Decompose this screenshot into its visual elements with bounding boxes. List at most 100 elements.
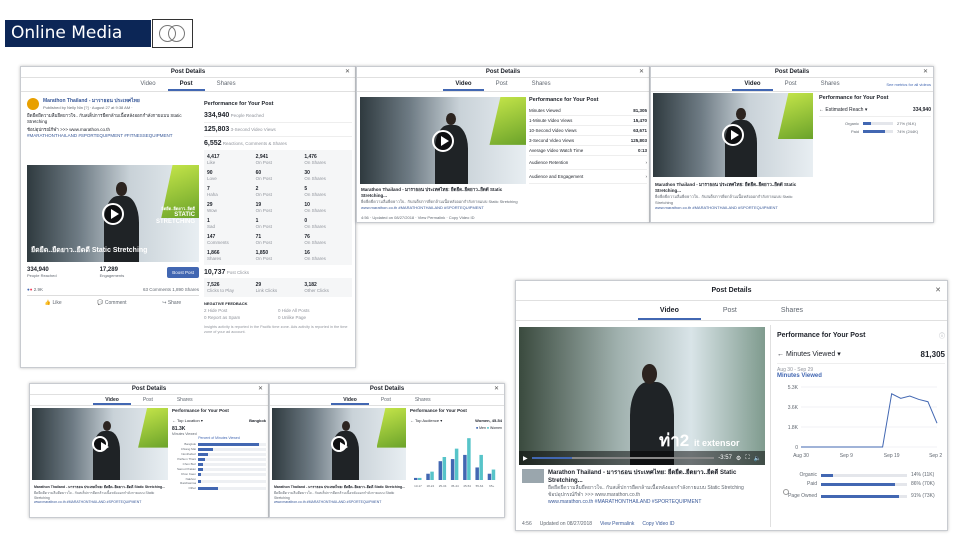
post-hashtags[interactable]: #MARATHONTHAILAND #SPORTEQUIPMENT #FITNE… [27,133,201,139]
tab-post[interactable]: Post [131,395,165,405]
tab-post[interactable]: Post [369,395,403,405]
breakdown-bar [863,122,893,125]
close-icon[interactable]: ✕ [258,384,263,395]
play-icon[interactable] [102,202,124,225]
slide-title: Online Media [5,20,151,47]
comments-shares[interactable]: 63 Comments 1,890 Shares [143,287,199,292]
page-name[interactable]: Marathon Thailand - มาราธอน ประเทศไทย [43,97,140,105]
video-duration: 4:56 [522,521,532,527]
close-icon[interactable]: ✕ [494,384,499,395]
tab-shares[interactable]: Shares [520,78,563,91]
percent-link[interactable]: Percent of Minutes Viewed [172,436,266,440]
video-player[interactable] [653,93,813,177]
metric-row[interactable]: 3-Second Video Views 125,803 [529,136,647,146]
metric-row[interactable]: 10-Second Video Views 63,671 [529,126,647,136]
performance-panel: Performance for Your Post 334,940 People… [204,97,352,367]
tab-post[interactable]: Post [484,78,520,91]
video-caption-link[interactable]: www.marathon.co.th #MARATHONTHAILAND #SP… [34,500,168,504]
tab-video[interactable]: Video [637,301,701,320]
tab-video[interactable]: Video [732,78,773,91]
age-tick-label: 13-17 [414,484,422,488]
info-icon[interactable]: ⓘ [939,331,945,340]
tab-shares[interactable]: Shares [809,78,852,91]
view-permalink-link[interactable]: View Permalink [600,521,634,527]
performance-panel: Performance for Your Post ⓘ ← Minutes Vi… [770,325,945,527]
close-icon[interactable]: ✕ [923,67,928,78]
radio-toggle[interactable] [783,489,789,495]
video-caption-title[interactable]: Marathon Thailand - มาราธอน ประเทศไทย: ย… [361,186,527,198]
reaction-cell: 2,941 On Post [255,154,272,165]
close-icon[interactable]: ✕ [345,67,350,78]
metric-dropdown[interactable]: ← Top Location ▾ [172,418,203,423]
tab-post[interactable]: Post [701,301,759,320]
play-icon[interactable] [722,124,744,146]
like-button[interactable]: 👍 Like [45,300,62,306]
reactions-count[interactable]: ●● 2.9K [27,287,43,292]
video-caption-link[interactable]: www.marathon.co.th #MARATHONTHAILAND #SP… [274,500,406,504]
reaction-cell: 1 On Post [255,218,272,229]
audience-engagement-section[interactable]: Audience and Engagement › [529,170,647,184]
play-icon[interactable] [92,436,109,452]
tab-video[interactable]: Video [128,78,167,91]
men-bar [487,473,492,480]
video-scrubber[interactable] [531,457,715,459]
location-bar-row: Nonthaburi [172,452,266,456]
tab-shares[interactable]: Shares [205,78,248,91]
metric-dropdown[interactable]: ← Estimated Reach ▾ [819,107,867,113]
comment-button[interactable]: 💬 Comment [97,300,126,306]
share-button[interactable]: ↪ Share [162,300,181,306]
video-player[interactable] [32,408,168,480]
metric-row[interactable]: Minutes Viewed 81,305 [529,106,647,116]
tab-shares[interactable]: Shares [165,395,205,405]
play-icon[interactable]: ▶ [523,455,528,462]
video-caption-title[interactable]: Marathon Thailand - มาราธอน ประเทศไทย: ย… [548,469,766,485]
video-player[interactable]: ท่า2 it extensor ▶ -3:57 ⚙ ⛶ 🔈 [519,327,765,465]
tab-post[interactable]: Post [167,78,205,91]
panel-title: Post Details [774,69,810,75]
tab-shares[interactable]: Shares [759,301,825,320]
people-reached-label: People Reached [27,273,57,278]
video-caption-link[interactable]: www.marathon.co.th #MARATHONTHAILAND #SP… [361,205,527,210]
minutes-viewed-line [801,393,938,448]
tab-post[interactable]: Post [773,78,809,91]
close-icon[interactable]: ✕ [935,281,941,301]
metric-dropdown[interactable]: ← Minutes Viewed ▾ [777,350,841,359]
volume-icon[interactable]: 🔈 [754,455,761,462]
tab-video[interactable]: Video [443,78,484,91]
perf-title: Performance for Your Post [410,408,467,413]
metric-row[interactable]: Average Video Watch Time 0:13 [529,146,647,156]
tab-video[interactable]: Video [331,395,369,405]
y-tick-label: 3.6K [788,405,799,411]
post-video[interactable]: ยืดยืด..ยืดยาว..ยืดดี STATIC STRETCHING ยื… [27,165,199,262]
audience-retention-section[interactable]: Audience Retention › [529,156,647,170]
play-icon[interactable] [432,129,454,152]
reaction-cell: 29 Wow [207,202,217,213]
boost-post-button[interactable]: Boost Post [167,267,199,278]
video-caption-title[interactable]: Marathon Thailand - มาราธอน ประเทศไทย: ย… [655,181,811,193]
tab-video[interactable]: Video [93,395,131,405]
video-caption-link[interactable]: www.marathon.co.th #MARATHONTHAILAND #SP… [655,205,811,210]
video-player[interactable] [360,97,526,184]
perf-title: Performance for Your Post [172,408,229,413]
metric-dropdown[interactable]: ← Top Audience ▾ [410,418,442,423]
post-preview: Marathon Thailand - มาราธอน ประเทศไทย Pu… [27,97,201,367]
video-controls: ▶ -3:57 ⚙ ⛶ 🔈 [519,451,765,465]
tab-shares[interactable]: Shares [403,395,443,405]
reaction-cell: 1 Sad [207,218,216,229]
y-tick-label: 5.3K [788,385,799,391]
video-caption-link[interactable]: www.marathon.co.th #MARATHONTHAILAND #SP… [548,499,766,506]
copy-video-id-link[interactable]: Copy Video ID [642,521,674,527]
gear-icon[interactable]: ⚙ [736,455,741,462]
fullscreen-icon[interactable]: ⛶ [745,455,749,462]
chart-series-label: Minutes Viewed [777,373,822,379]
video-player[interactable] [272,408,406,480]
close-icon[interactable]: ✕ [639,67,644,78]
panel-tabs: Video Post Shares [30,395,268,406]
metric-row[interactable]: 1-Minute Video Views 15,470 [529,116,647,126]
see-metrics-link[interactable]: See metrics for all videos [886,78,931,91]
panel-header: Post Details ✕ [516,281,947,301]
video-caption-text: ยืดยืดยืดวามลืมยืดยาวใจ.. กับสเต็ปการยืด… [548,485,744,491]
location-bar-row: Khon Kaen [172,472,266,476]
play-icon[interactable] [331,436,348,452]
performance-panel: Performance for Your Post Minutes Viewed… [529,97,647,184]
